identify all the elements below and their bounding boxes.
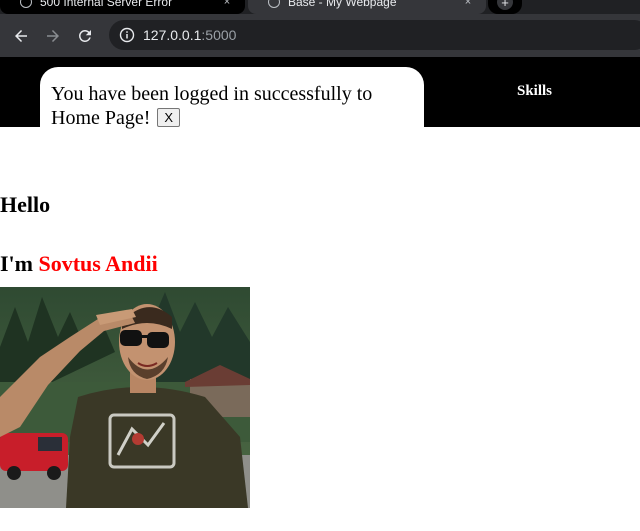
tab-title: Base - My Webpage (288, 0, 397, 9)
address-url: 127.0.0.1:5000 (143, 27, 236, 43)
tab-close-icon[interactable]: × (219, 0, 235, 8)
browser-tab-active[interactable]: Base - My Webpage × (248, 0, 486, 14)
nav-link-skills[interactable]: Skills (517, 83, 552, 100)
web-page: Skills You have been logged in successfu… (0, 57, 640, 531)
url-port: :5000 (201, 27, 237, 43)
forward-button[interactable] (41, 24, 65, 48)
globe-icon (268, 0, 280, 8)
url-host: 127.0.0.1 (143, 27, 202, 43)
arrow-right-icon (47, 30, 59, 42)
address-bar[interactable]: 127.0.0.1:5000 (109, 20, 640, 50)
reload-icon (78, 29, 91, 42)
flash-close-button[interactable]: X (157, 108, 181, 127)
greeting-heading: Hello (0, 192, 51, 217)
info-icon[interactable] (119, 27, 135, 43)
arrow-left-icon (15, 30, 27, 42)
flash-message: You have been logged in successfully to … (40, 67, 424, 129)
intro-heading: I'm Sovtus Andii (0, 251, 158, 277)
profile-photo-image (0, 287, 250, 508)
author-name: Sovtus Andii (38, 251, 158, 276)
plus-icon: + (497, 0, 513, 10)
intro-prefix: I'm (0, 251, 39, 276)
profile-photo (0, 287, 250, 508)
reload-button[interactable] (73, 24, 97, 48)
browser-tab-strip: 500 Internal Server Error × Base - My We… (0, 0, 640, 14)
flash-text: You have been logged in successfully to … (51, 83, 373, 129)
globe-icon (20, 0, 32, 8)
browser-toolbar: 127.0.0.1:5000 (0, 14, 640, 57)
tab-title: 500 Internal Server Error (40, 0, 173, 9)
tab-close-icon[interactable]: × (460, 0, 476, 8)
new-tab-button[interactable]: + (488, 0, 522, 14)
back-button[interactable] (9, 24, 33, 48)
browser-tab[interactable]: 500 Internal Server Error × (0, 0, 245, 14)
